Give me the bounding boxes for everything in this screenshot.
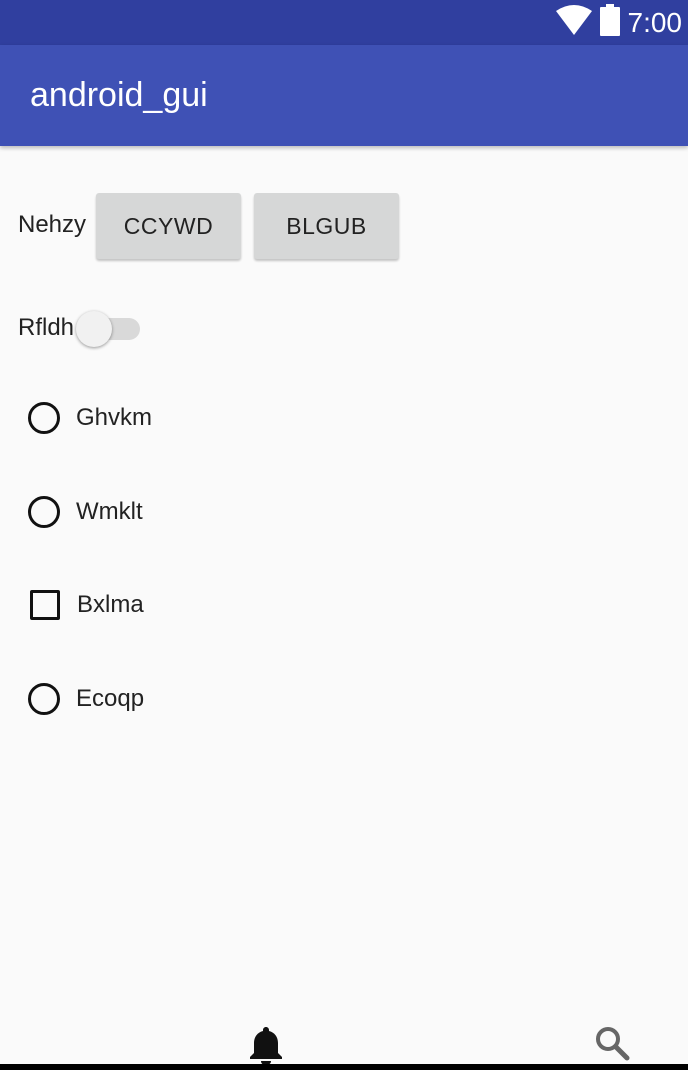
checkbox-option-bxlma[interactable]: Bxlma (28, 585, 144, 625)
radio-option-ecoqp[interactable]: Ecoqp (28, 679, 144, 719)
app-bar: android_gui (0, 45, 688, 146)
status-time: 7:00 (627, 7, 683, 38)
status-icons: 7:00 (555, 0, 683, 45)
screen: 7:00 android_gui Nehzy CCYWD BLGUB Rfldh… (0, 0, 688, 1070)
checkbox[interactable] (30, 590, 60, 620)
nehzy-row: Nehzy (18, 192, 86, 258)
bottom-nav (0, 1015, 688, 1070)
rfldh-switch[interactable] (76, 311, 142, 347)
nehzy-label: Nehzy (18, 211, 87, 238)
checkbox-label: Bxlma (77, 591, 144, 618)
search-icon[interactable] (594, 1025, 630, 1061)
radio-label: Ecoqp (76, 685, 145, 712)
radio-option-wmklt[interactable]: Wmklt (28, 492, 143, 532)
nav-bar-divider (0, 1064, 688, 1070)
battery-icon (599, 4, 620, 41)
rfldh-row: Rfldh (18, 308, 74, 348)
bell-icon[interactable] (248, 1025, 284, 1065)
ccywd-button[interactable]: CCYWD (96, 193, 241, 259)
radio-button[interactable] (28, 496, 60, 528)
status-bar: 7:00 (0, 0, 688, 45)
radio-button[interactable] (28, 402, 60, 434)
radio-button[interactable] (28, 683, 60, 715)
rfldh-label: Rfldh (18, 314, 75, 341)
app-title: android_gui (30, 76, 208, 114)
blgub-button[interactable]: BLGUB (254, 193, 399, 259)
radio-label: Wmklt (76, 498, 143, 525)
wifi-icon (555, 5, 592, 40)
switch-thumb (76, 311, 112, 347)
radio-option-ghvkm[interactable]: Ghvkm (28, 398, 152, 438)
radio-label: Ghvkm (76, 404, 153, 431)
